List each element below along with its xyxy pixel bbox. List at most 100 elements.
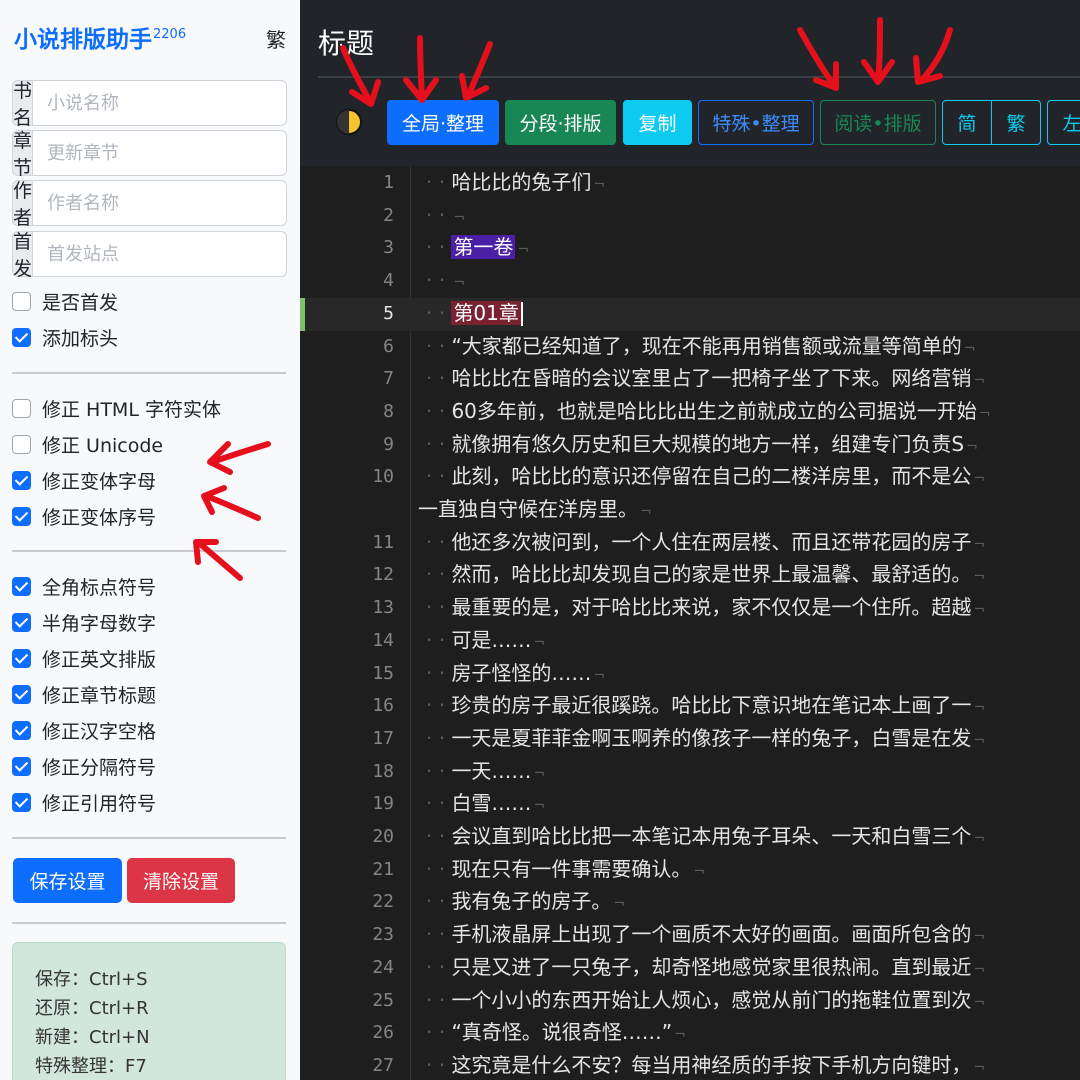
text-editor[interactable]: 1 · · 哈比比的兔子们 ¬ 2 · · ¬ 3 · · 第一卷 ¬ 4 · · ¬ 5 · · 第…: [300, 166, 1080, 1080]
checkbox[interactable]: [12, 648, 31, 668]
checkbox[interactable]: [12, 576, 31, 596]
option-first-publish[interactable]: 是否首发: [12, 286, 118, 316]
option-fix-variant-letters[interactable]: 修正变体字母: [12, 465, 156, 495]
volume-heading: 第一卷: [451, 235, 516, 260]
option-fix-separators[interactable]: 修正分隔符号: [12, 751, 156, 781]
checkbox[interactable]: [12, 327, 31, 347]
clear-settings-button[interactable]: 清除设置: [127, 858, 235, 903]
option-add-header[interactable]: 添加标头: [12, 322, 118, 352]
editor-line: 15 · · 房子怪怪的…… ¬: [300, 657, 1080, 690]
option-fix-english-layout[interactable]: 修正英文排版: [12, 643, 156, 673]
author-input[interactable]: [33, 180, 288, 226]
editor-line: 16 · · 珍贵的房子最近很蹊跷。哈比比下意识地在笔记本上画了一 ¬: [300, 689, 1080, 722]
line-end-marker: ¬: [453, 209, 466, 226]
text-cursor: [520, 302, 523, 327]
book-name-input[interactable]: [33, 80, 288, 126]
special-tidy-button[interactable]: 特殊•整理: [698, 100, 814, 145]
first-publish-label: 首发: [12, 231, 34, 280]
toolbar-area: 标题 全局·整理 分段·排版 复制 特殊•整理 阅读•排版 简 繁 左: [300, 0, 1080, 166]
align-left-button[interactable]: 左: [1047, 100, 1080, 145]
option-fix-chapter-titles[interactable]: 修正章节标题: [12, 679, 156, 709]
line-number: 23: [372, 924, 394, 946]
whitespace-marker: · ·: [426, 333, 452, 358]
line-text: · · 可是…… ¬: [426, 624, 545, 660]
option-label: 半角字母数字: [42, 612, 157, 635]
paragraph-text: 房子怪怪的……: [451, 660, 592, 685]
line-number: 4: [383, 270, 394, 292]
option-fix-unicode[interactable]: 修正 Unicode: [12, 429, 163, 459]
theme-toggle-icon[interactable]: [336, 109, 362, 135]
first-publish-input[interactable]: [33, 231, 288, 277]
editor-line: 7 · · 哈比比在昏暗的会议室里占了一把椅子坐了下来。网络营销 ¬: [300, 362, 1080, 395]
checkbox[interactable]: [12, 506, 31, 526]
editor-line: 27 · · 这究竟是什么不安？每当用神经质的手按下手机方向键时， ¬: [300, 1049, 1080, 1080]
divider: [12, 922, 286, 924]
whitespace-marker: · ·: [426, 1020, 452, 1045]
line-text: 一直独自守候在洋房里。 ¬: [418, 493, 652, 529]
line-end-marker: ¬: [517, 242, 530, 259]
line-text: · · 最重要的是，对于哈比比来说，家不仅仅是一个住所。超越 ¬: [426, 591, 985, 627]
line-end-marker: ¬: [973, 373, 986, 390]
save-settings-button[interactable]: 保存设置: [13, 858, 122, 903]
line-number: 25: [372, 989, 394, 1011]
checkbox[interactable]: [12, 612, 31, 632]
line-text: · · 第01章: [426, 297, 523, 330]
line-number: 16: [372, 695, 394, 717]
segment-layout-button[interactable]: 分段·排版: [505, 100, 616, 145]
traditional-chinese-button[interactable]: 繁: [991, 100, 1041, 145]
line-text: · · 一天是夏菲菲金啊玉啊养的像孩子一样的兔子，白雪是在发 ¬: [426, 722, 985, 758]
line-text: · · 一个小小的东西开始让人烦心，感觉从前门的拖鞋位置到次 ¬: [426, 984, 985, 1020]
line-end-marker: ¬: [963, 340, 976, 357]
editor-line: 14 · · 可是…… ¬: [300, 624, 1080, 657]
checkbox[interactable]: [12, 720, 31, 740]
simplified-chinese-button[interactable]: 简: [942, 100, 992, 145]
global-tidy-button[interactable]: 全局·整理: [387, 100, 499, 145]
option-fix-cjk-spaces[interactable]: 修正汉字空格: [12, 715, 156, 745]
option-halfwidth-alnum[interactable]: 半角字母数字: [12, 607, 156, 637]
line-text: · · 这究竟是什么不安？每当用神经质的手按下手机方向键时， ¬: [426, 1049, 985, 1080]
line-number: 24: [372, 956, 394, 978]
paragraph-text: 这究竟是什么不安？每当用神经质的手按下手机方向键时，: [451, 1052, 972, 1077]
paragraph-text: 一天……: [451, 758, 532, 783]
title-divider: [318, 76, 1080, 78]
whitespace-marker: · ·: [426, 954, 452, 979]
whitespace-marker: · ·: [426, 529, 452, 554]
checkbox[interactable]: [12, 792, 31, 812]
line-text: · · 然而，哈比比却发现自己的家是世界上最温馨、最舒适的。 ¬: [426, 558, 985, 594]
page-title: 标题: [318, 27, 375, 60]
traditional-chinese-link[interactable]: 繁: [266, 24, 286, 53]
line-end-marker: ¬: [453, 275, 466, 292]
line-text: · · 现在只有一件事需要确认。 ¬: [426, 853, 705, 889]
paragraph-text: 现在只有一件事需要确认。: [451, 856, 692, 881]
whitespace-marker: · ·: [426, 170, 452, 194]
line-text: · · 会议直到哈比比把一本笔记本用兔子耳朵、一天和白雪三个 ¬: [426, 820, 985, 856]
editor-line: 19 · · 白雪…… ¬: [300, 787, 1080, 820]
app-name: 小说排版助手: [14, 27, 152, 53]
chapter-input[interactable]: [33, 130, 288, 176]
line-end-marker: ¬: [973, 831, 986, 847]
editor-line: 11 · · 他还多次被问到，一个人住在两层楼、而且还带花园的房子 ¬: [300, 526, 1080, 559]
editor-line: 一直独自守候在洋房里。 ¬: [300, 493, 1080, 526]
line-number: 11: [372, 531, 394, 553]
option-fix-quotes[interactable]: 修正引用符号: [12, 787, 156, 817]
read-layout-button[interactable]: 阅读•排版: [820, 100, 936, 145]
option-fix-variant-numbers[interactable]: 修正变体序号: [12, 501, 156, 531]
checkbox[interactable]: [12, 756, 31, 776]
checkbox[interactable]: [12, 470, 31, 490]
option-fullwidth-punctuation[interactable]: 全角标点符号: [12, 571, 156, 601]
option-fix-html-entities[interactable]: 修正 HTML 字符实体: [12, 393, 221, 423]
shortcut-save: 保存：Ctrl+S: [35, 969, 148, 990]
whitespace-marker: · ·: [426, 889, 452, 914]
checkbox[interactable]: [12, 398, 31, 418]
line-end-marker: ¬: [973, 536, 986, 553]
line-number: 22: [372, 891, 394, 913]
checkbox[interactable]: [12, 291, 31, 311]
app-brand[interactable]: 小说排版助手2206: [14, 20, 186, 54]
line-number: 19: [372, 793, 394, 815]
line-end-marker: ¬: [533, 634, 546, 651]
line-text: · · 此刻，哈比比的意识还停留在自己的二楼洋房里，而不是公 ¬: [426, 460, 985, 496]
checkbox[interactable]: [12, 684, 31, 704]
line-number: 14: [372, 629, 394, 651]
checkbox[interactable]: [12, 434, 31, 454]
copy-button[interactable]: 复制: [623, 100, 692, 145]
